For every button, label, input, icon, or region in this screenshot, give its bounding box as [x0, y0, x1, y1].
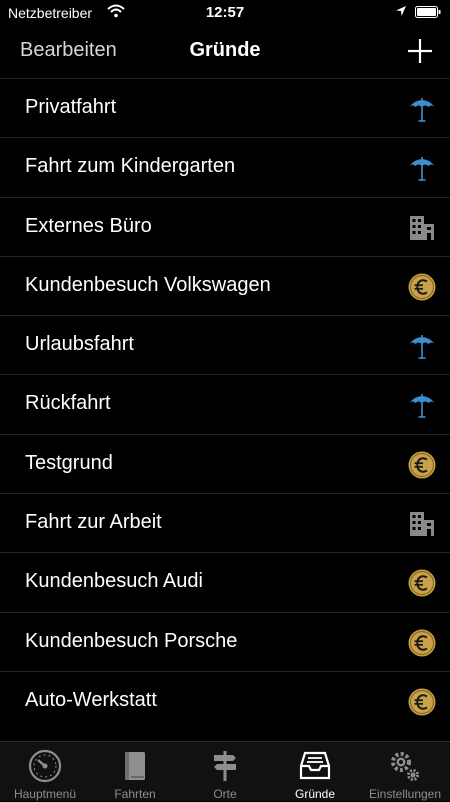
reason-row[interactable]: Fahrt zur Arbeit [0, 493, 450, 552]
reason-row[interactable]: Privatfahrt [0, 78, 450, 137]
reason-label: Kundenbesuch Volkswagen [25, 273, 271, 296]
reason-row[interactable]: Kundenbesuch Audi [0, 552, 450, 611]
reason-label: Auto-Werkstatt [25, 688, 157, 711]
reason-label: Rückfahrt [25, 392, 111, 415]
book-icon [117, 748, 153, 784]
reason-row[interactable]: Kundenbesuch Porsche [0, 611, 450, 671]
signpost-icon [207, 748, 243, 784]
reason-label: Kundenbesuch Porsche [25, 629, 238, 652]
page-title: Gründe [189, 39, 261, 61]
reason-row[interactable]: Testgrund [0, 433, 450, 493]
reason-row[interactable]: Fahrt zum Kindergarten [0, 137, 450, 196]
reason-row[interactable]: Rückfahrt [0, 374, 450, 433]
reason-row[interactable]: Externes Büro [0, 196, 450, 256]
tab-label: Gründe [294, 787, 336, 801]
speedometer-icon [27, 748, 63, 784]
tab-einstellungen[interactable]: Einstellungen [360, 742, 450, 802]
status-bar: Netzbetreiber 12:57 [0, 0, 450, 26]
euro-coin-icon [406, 627, 438, 659]
tab-hauptmenü[interactable]: Hauptmenü [0, 742, 90, 802]
navigation-bar: Bearbeiten Gründe [0, 26, 450, 78]
tab-label: Hauptmenü [13, 787, 77, 801]
building-icon [406, 212, 438, 244]
reason-label: Testgrund [25, 451, 113, 474]
clock: 12:57 [205, 4, 245, 21]
reason-label: Externes Büro [25, 214, 152, 237]
reason-row[interactable]: Auto-Werkstatt [0, 670, 450, 730]
umbrella-icon [406, 389, 438, 421]
umbrella-icon [406, 330, 438, 362]
euro-coin-icon [406, 271, 438, 303]
inbox-tray-icon [297, 748, 333, 784]
euro-coin-icon [406, 449, 438, 481]
reason-label: Privatfahrt [25, 96, 117, 118]
plus-icon[interactable] [405, 36, 435, 66]
tab-label: Orte [213, 787, 237, 801]
tab-bar: Hauptmenü Fahrten Orte Gründe Einstellungen [0, 741, 450, 801]
reason-row[interactable]: Kundenbesuch Volkswagen [0, 255, 450, 315]
umbrella-icon [406, 93, 438, 125]
umbrella-icon [406, 152, 438, 184]
tab-gründe[interactable]: Gründe [270, 742, 360, 802]
reason-row[interactable]: Urlaubsfahrt [0, 315, 450, 374]
euro-coin-icon [406, 686, 438, 718]
tab-label: Fahrten [114, 787, 156, 801]
gears-icon [387, 748, 423, 784]
reason-label: Fahrt zum Kindergarten [25, 155, 236, 178]
battery-icon [415, 6, 441, 18]
building-icon [406, 508, 438, 540]
reason-label: Fahrt zur Arbeit [25, 511, 162, 534]
reason-label: Urlaubsfahrt [25, 333, 134, 356]
euro-coin-icon [406, 567, 438, 599]
reason-label: Kundenbesuch Audi [25, 570, 203, 593]
reasons-list: Privatfahrt Fahrt zum Kindergarten Externe… [0, 78, 450, 741]
location-arrow-icon [396, 6, 406, 16]
tab-fahrten[interactable]: Fahrten [90, 742, 180, 802]
tab-label: Einstellungen [368, 787, 442, 801]
tab-orte[interactable]: Orte [180, 742, 270, 802]
